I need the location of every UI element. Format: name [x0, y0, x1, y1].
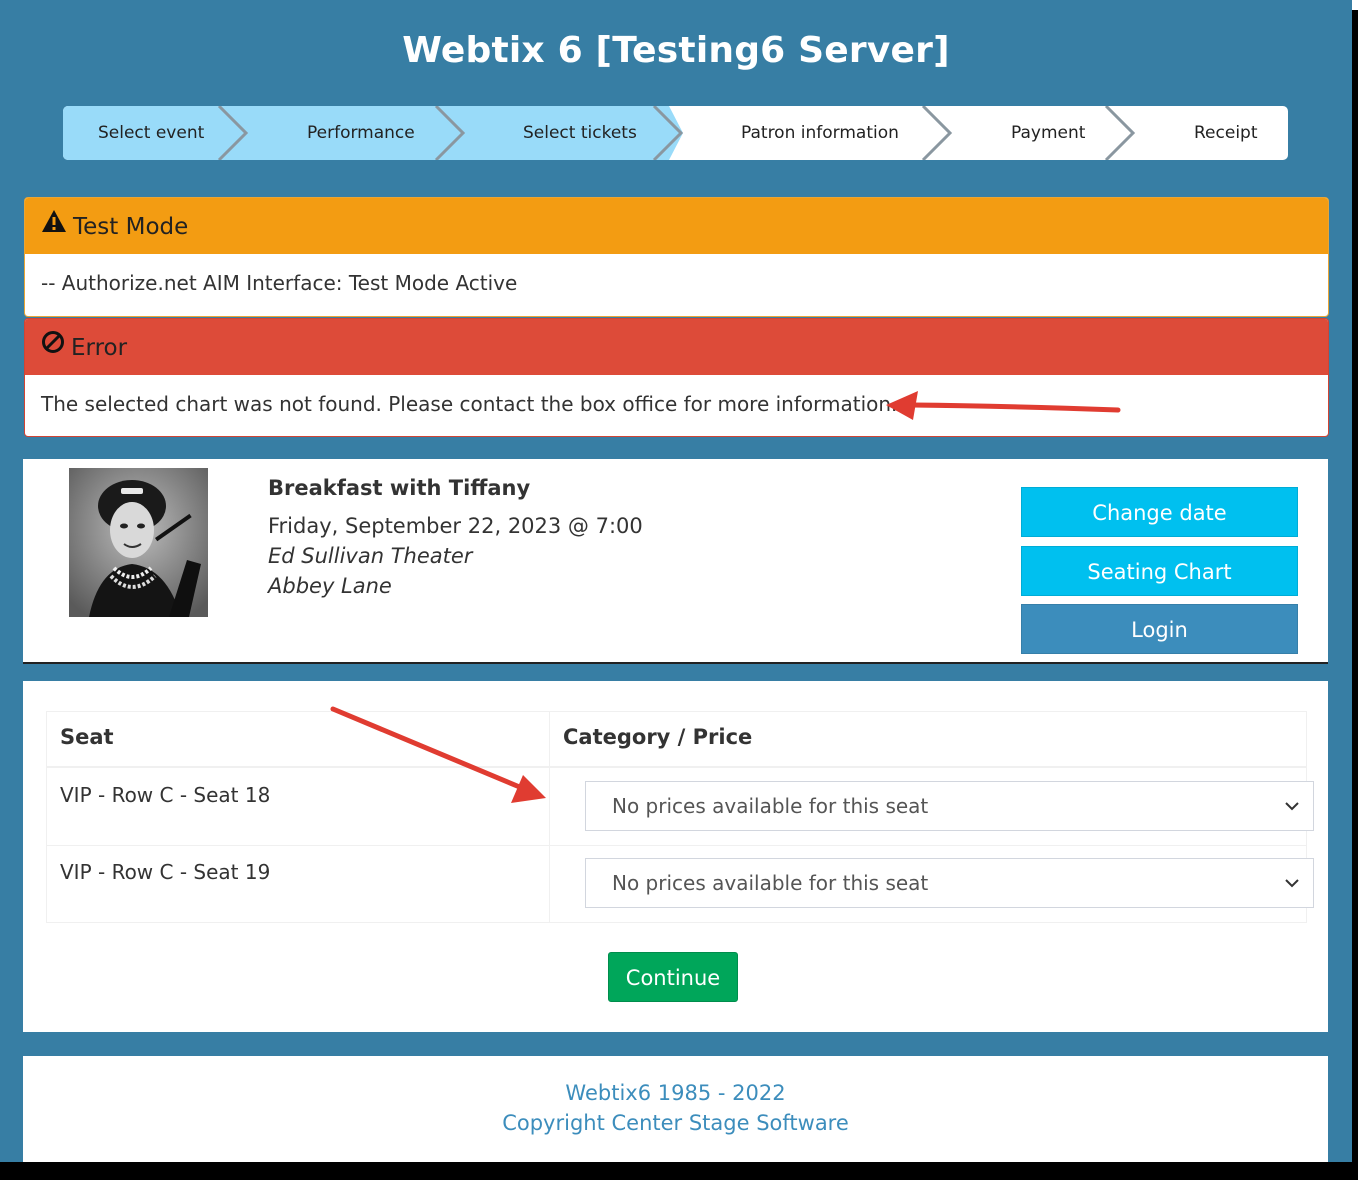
- price-select-row-1[interactable]: No prices available for this seat: [585, 781, 1314, 831]
- seat-label-row-1: VIP - Row C - Seat 18: [60, 783, 271, 807]
- progress-steps: Select event Performance Select tickets …: [63, 106, 1288, 160]
- warning-icon: [41, 198, 67, 255]
- error-alert-message: The selected chart was not found. Please…: [41, 392, 898, 416]
- event-seating-area: Abbey Lane: [268, 574, 392, 598]
- step-payment: Payment: [1011, 123, 1086, 143]
- error-alert-header: Error: [25, 319, 1328, 375]
- footer-years-link[interactable]: Webtix6 1985 - 2022: [23, 1081, 1328, 1105]
- ban-icon: [41, 319, 65, 376]
- login-button[interactable]: Login: [1021, 604, 1298, 654]
- footer: Webtix6 1985 - 2022 Copyright Center Sta…: [23, 1056, 1328, 1162]
- test-mode-alert-title: Test Mode: [73, 214, 189, 240]
- continue-button[interactable]: Continue: [608, 952, 738, 1002]
- column-divider: [549, 712, 550, 922]
- page-background: Webtix 6 [Testing6 Server] Select event …: [0, 0, 1352, 1162]
- chevron-down-icon: [1285, 802, 1299, 811]
- change-date-button[interactable]: Change date: [1021, 487, 1298, 537]
- event-title: Breakfast with Tiffany: [268, 476, 531, 500]
- row-divider: [47, 845, 1306, 846]
- seat-table: Seat Category / Price VIP - Row C - Seat…: [46, 711, 1314, 923]
- price-select-value-row-2: No prices available for this seat: [612, 871, 929, 895]
- page-title: Webtix 6 [Testing6 Server]: [402, 30, 950, 71]
- step-select-tickets[interactable]: Select tickets: [523, 106, 637, 160]
- price-select-value-row-1: No prices available for this seat: [612, 794, 929, 818]
- chevron-down-icon: [1285, 879, 1299, 888]
- window-shadow-bottom: [0, 1162, 1358, 1180]
- seat-selection-panel: Seat Category / Price VIP - Row C - Seat…: [23, 681, 1328, 1032]
- test-mode-alert-header: Test Mode: [25, 198, 1328, 254]
- price-select-row-2[interactable]: No prices available for this seat: [585, 858, 1314, 908]
- footer-copyright-link[interactable]: Copyright Center Stage Software: [23, 1111, 1328, 1135]
- step-receipt: Receipt: [1194, 123, 1258, 143]
- event-venue: Ed Sullivan Theater: [268, 544, 473, 568]
- seating-chart-button[interactable]: Seating Chart: [1021, 546, 1298, 596]
- seat-column-header: Seat: [60, 725, 114, 749]
- step-patron-information: Patron information: [741, 123, 899, 143]
- step-select-event[interactable]: Select event: [98, 106, 204, 160]
- event-info-panel: Breakfast with Tiffany Friday, September…: [23, 459, 1328, 664]
- window-shadow-right: [1352, 10, 1358, 1180]
- error-alert: Error The selected chart was not found. …: [24, 318, 1329, 437]
- step-performance[interactable]: Performance: [307, 106, 415, 160]
- event-date: Friday, September 22, 2023 @ 7:00: [268, 514, 643, 538]
- event-poster-image: [69, 468, 208, 617]
- error-alert-title: Error: [71, 335, 128, 361]
- test-mode-alert: Test Mode -- Authorize.net AIM Interface…: [24, 197, 1329, 317]
- seat-label-row-2: VIP - Row C - Seat 19: [60, 860, 271, 884]
- step-separators: [217, 106, 1136, 160]
- test-mode-alert-message: -- Authorize.net AIM Interface: Test Mod…: [41, 271, 518, 295]
- category-price-column-header: Category / Price: [563, 725, 753, 749]
